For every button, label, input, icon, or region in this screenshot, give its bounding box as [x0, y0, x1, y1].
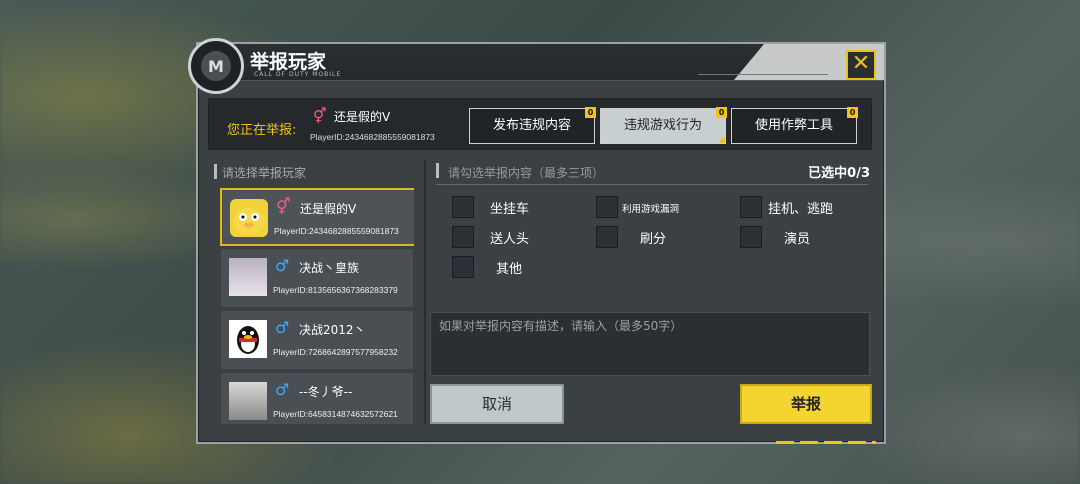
option-label: 挂机、逃跑: [768, 202, 834, 217]
player-id: PlayerID:2434682885559081873: [274, 226, 399, 236]
dialog-title: 举报玩家: [250, 51, 327, 73]
tab-count-badge: 0: [847, 107, 858, 118]
checkbox[interactable]: [452, 196, 474, 218]
checkbox[interactable]: [452, 256, 474, 278]
report-target-name: 还是假的V: [334, 110, 391, 124]
report-target-id: PlayerID:2434682885559081873: [310, 132, 435, 142]
tab-cheating-tools[interactable]: 使用作弊工具 0: [731, 107, 858, 144]
close-button[interactable]: ✕: [846, 50, 876, 80]
active-corner-marker: [718, 136, 725, 143]
cod-logo-icon: M: [188, 38, 244, 94]
player-id: PlayerID:8135656367368283379: [273, 285, 398, 295]
checkbox[interactable]: [740, 196, 762, 218]
male-gender-icon: ♂: [275, 380, 290, 399]
tab-label: 使用作弊工具: [754, 118, 833, 133]
tab-game-behavior[interactable]: 违规游戏行为 0: [600, 107, 727, 144]
bottom-decoration: [776, 441, 876, 444]
player-item[interactable]: ⚥ 还是假的V PlayerID:2434682885559081873: [220, 188, 414, 246]
avatar: [229, 320, 267, 358]
player-item[interactable]: ♂ 决战丶皇族 PlayerID:8135656367368283379: [220, 248, 414, 308]
male-gender-icon: ♂: [275, 256, 290, 275]
option-label: 送人头: [490, 232, 530, 247]
avatar: [229, 258, 267, 296]
male-gender-icon: ♂: [275, 318, 290, 337]
female-gender-icon: ⚥: [276, 197, 291, 216]
tab-count-badge: 0: [716, 107, 727, 118]
option-label: 利用游戏漏洞: [622, 204, 680, 215]
player-name: --冬丿爷--: [299, 385, 353, 399]
dialog-subtitle: CALL OF DUTY MOBILE: [254, 71, 342, 78]
option-label: 其他: [496, 262, 523, 277]
player-list-header: 请选择举报玩家: [213, 164, 307, 180]
report-target-bar: 您正在举报: ⚥ 还是假的V PlayerID:2434682885559081…: [208, 98, 872, 150]
panel-divider: [424, 160, 426, 424]
title-decoration-line: [698, 74, 828, 75]
options-divider: [436, 184, 868, 185]
options-header: 请勾选举报内容（最多三项）: [435, 163, 605, 180]
description-input[interactable]: 如果对举报内容有描述，请输入（最多50字）: [430, 312, 870, 376]
avatar: [229, 382, 267, 420]
checkbox[interactable]: [596, 196, 618, 218]
player-id: PlayerID:7268642897577958232: [273, 347, 398, 357]
option-label: 刷分: [640, 232, 667, 247]
description-placeholder: 如果对举报内容有描述，请输入（最多50字）: [439, 319, 683, 333]
report-player-dialog: M 举报玩家 CALL OF DUTY MOBILE ✕ 您正在举报: ⚥ 还是…: [188, 38, 886, 444]
avatar: [230, 199, 268, 237]
tab-label: 发布违规内容: [492, 118, 571, 133]
checkbox[interactable]: [596, 226, 618, 248]
female-gender-icon: ⚥: [313, 107, 327, 125]
player-name: 决战丶皇族: [299, 261, 360, 275]
report-button[interactable]: 举报: [740, 384, 872, 424]
tab-count-badge: 0: [585, 107, 596, 118]
player-item[interactable]: ♂ --冬丿爷-- PlayerID:6458314874632572621: [220, 372, 414, 424]
tab-label: 违规游戏行为: [623, 118, 702, 133]
player-name: 决战2012丶: [299, 323, 366, 337]
option-label: 演员: [784, 232, 811, 247]
selected-count: 已选中0/3: [808, 166, 870, 181]
checkbox[interactable]: [740, 226, 762, 248]
reporting-label: 您正在举报:: [227, 123, 297, 138]
checkbox[interactable]: [452, 226, 474, 248]
cancel-button[interactable]: 取消: [430, 384, 564, 424]
tab-violating-content[interactable]: 发布违规内容 0: [469, 107, 596, 144]
player-item[interactable]: ♂ 决战2012丶 PlayerID:7268642897577958232: [220, 310, 414, 370]
dialog-title-bar: M 举报玩家 CALL OF DUTY MOBILE ✕: [188, 38, 884, 94]
option-label: 坐挂车: [490, 202, 530, 217]
player-list[interactable]: ⚥ 还是假的V PlayerID:2434682885559081873 ♂ 决…: [220, 188, 414, 424]
player-id: PlayerID:6458314874632572621: [273, 409, 398, 419]
player-name: 还是假的V: [300, 202, 357, 216]
